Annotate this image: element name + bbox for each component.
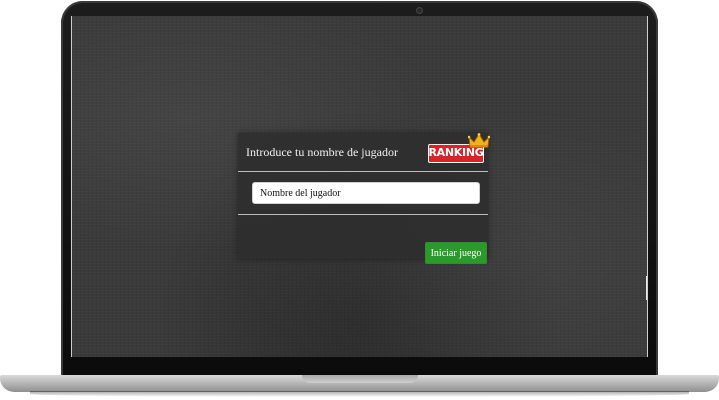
panel-footer: Iniciar juego [238, 215, 488, 264]
panel-header: Introduce tu nombre de jugador RANKING [238, 133, 490, 172]
start-game-button[interactable]: Iniciar juego [425, 242, 487, 264]
screen-edge-mark [646, 276, 647, 300]
laptop-notch [302, 375, 418, 383]
webcam-icon [416, 7, 423, 14]
panel-title: Introduce tu nombre de jugador [246, 145, 398, 159]
crown-icon [468, 133, 490, 148]
panel-body [238, 172, 488, 215]
player-name-input[interactable] [252, 182, 480, 204]
laptop-mockup: Introduce tu nombre de jugador RANKING N… [0, 0, 719, 400]
player-name-panel: Introduce tu nombre de jugador RANKING N… [238, 133, 490, 264]
ranking-button[interactable]: RANKING [428, 133, 490, 163]
laptop-shadow [30, 391, 689, 397]
app-screen: Introduce tu nombre de jugador RANKING N… [71, 16, 648, 357]
